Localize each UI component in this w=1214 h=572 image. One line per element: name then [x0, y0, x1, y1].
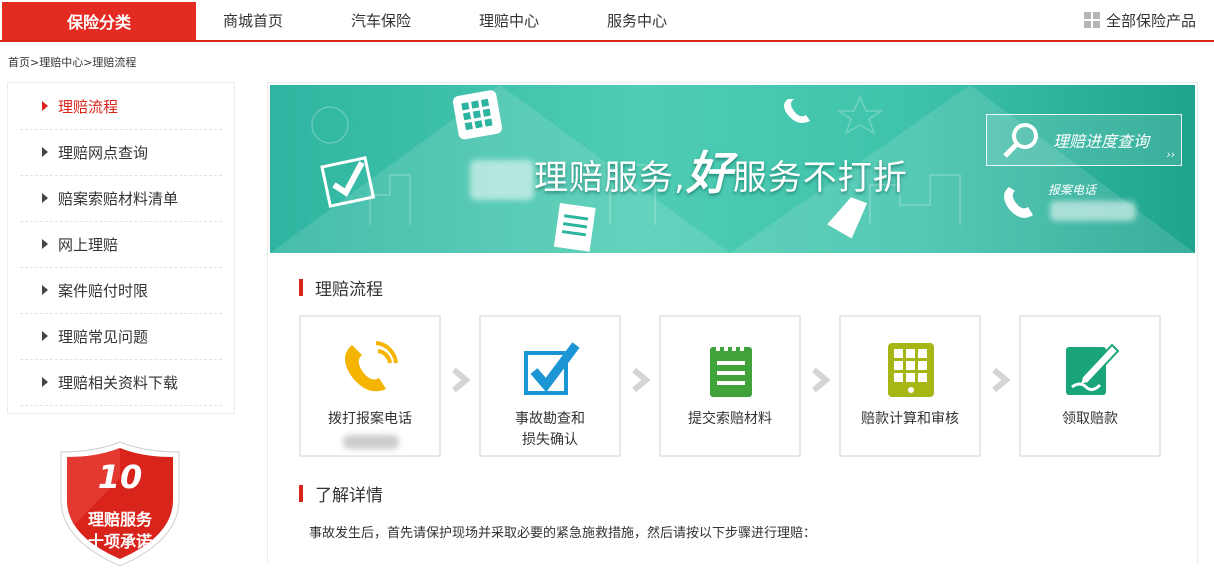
sidebar-item-online-claims[interactable]: 网上理赔	[20, 221, 222, 268]
sidebar: 理赔流程 理赔网点查询 赔案索赔材料清单 网上理赔 案件赔付时限 理赔常见问题 …	[7, 82, 235, 414]
details-section-title: 了解详情	[299, 481, 383, 506]
report-phone-label: 报案电话	[1048, 183, 1097, 197]
blurred-brand	[470, 159, 534, 200]
top-nav: 保险分类 商城首页 汽车保险 理赔中心 服务中心 全部保险产品	[0, 0, 1214, 42]
banner-title: 理赔服务,好服务不打折	[470, 137, 908, 203]
process-section-title: 理赔流程	[299, 275, 383, 300]
details-description: 事故发生后，首先请保护现场并采取必要的紧急施救措施，然后请按以下步骤进行理赔：	[309, 526, 817, 541]
sidebar-item-label: 理赔网点查询	[58, 143, 149, 162]
search-icon	[1003, 123, 1038, 158]
grid-icon	[1083, 12, 1100, 28]
sidebar-item-label: 案件赔付时限	[58, 281, 149, 300]
caret-right-icon	[42, 193, 48, 203]
process-title-text: 理赔流程	[315, 280, 383, 300]
title-bar-marker	[299, 279, 303, 296]
checkbox-icon	[524, 342, 580, 395]
sidebar-item-label: 网上理赔	[58, 235, 119, 254]
step-receive-payment[interactable]: 领取赔款	[1019, 315, 1161, 457]
insurance-category-button[interactable]: 保险分类	[2, 2, 196, 40]
breadcrumb[interactable]: 首页>理赔中心>理赔流程	[8, 54, 136, 70]
document-icon	[710, 343, 752, 397]
caret-right-icon	[42, 101, 48, 111]
caret-right-icon	[42, 147, 48, 157]
sidebar-item-label: 理赔流程	[58, 97, 119, 116]
sidebar-item-label: 理赔常见问题	[58, 327, 149, 346]
caret-right-icon	[42, 285, 48, 295]
blurred-phone-number	[343, 435, 399, 449]
sidebar-item-claims-process[interactable]: 理赔流程	[20, 83, 222, 130]
ten-commitments-badge[interactable]: 10 理赔服务 十项承诺	[55, 438, 185, 568]
chevron-right-icon	[812, 368, 830, 392]
step-submit-materials[interactable]: 提交索赔材料	[659, 315, 801, 457]
blurred-phone-number	[1050, 201, 1136, 221]
nav-item-claims-center[interactable]: 理赔中心	[479, 0, 539, 40]
banner-title-part2: 服务不打折	[732, 158, 908, 198]
chevron-right-icon	[992, 368, 1010, 392]
calculator-icon	[888, 343, 934, 397]
title-bar-marker	[299, 485, 303, 502]
step-label: 赔款计算和审核	[861, 411, 959, 427]
chevron-right-icon	[452, 368, 470, 392]
step-label-line2: 损失确认	[522, 432, 578, 448]
sidebar-item-faq[interactable]: 理赔常见问题	[20, 313, 222, 360]
badge-number: 10	[97, 458, 143, 496]
phone-icon	[1004, 187, 1033, 218]
phone-icon	[345, 341, 398, 392]
all-products-link[interactable]: 全部保险产品	[1083, 0, 1196, 40]
step-label: 拨打报案电话	[328, 411, 412, 427]
caret-right-icon	[42, 377, 48, 387]
sidebar-item-downloads[interactable]: 理赔相关资料下载	[20, 359, 222, 406]
sign-icon	[1066, 343, 1120, 395]
step-label-line1: 事故勘查和	[515, 411, 585, 427]
claims-banner: 理赔服务,好服务不打折 理赔进度查询 ›› 报案电话	[270, 85, 1195, 253]
sidebar-item-payment-time-limit[interactable]: 案件赔付时限	[20, 267, 222, 314]
all-products-label: 全部保险产品	[1105, 11, 1196, 30]
claim-progress-query-button[interactable]: 理赔进度查询 ››	[986, 114, 1182, 166]
sidebar-item-label: 赔案索赔材料清单	[58, 189, 179, 208]
badge-line1: 理赔服务	[87, 510, 152, 529]
double-chevron-icon: ››	[1166, 148, 1175, 161]
caret-right-icon	[42, 239, 48, 249]
caret-right-icon	[42, 331, 48, 341]
details-title-text: 了解详情	[315, 486, 383, 506]
banner-title-big: 好	[685, 146, 733, 200]
main-content: 理赔服务,好服务不打折 理赔进度查询 ›› 报案电话 理赔流程 拨打报案电话 事…	[267, 82, 1198, 563]
step-label: 提交索赔材料	[688, 411, 772, 427]
nav-item-service-center[interactable]: 服务中心	[607, 0, 667, 40]
step-label: 事故勘查和 损失确认	[481, 409, 619, 451]
step-calculate-review[interactable]: 赔款计算和审核	[839, 315, 981, 457]
sidebar-item-outlet-query[interactable]: 理赔网点查询	[20, 129, 222, 176]
sidebar-item-materials-list[interactable]: 赔案索赔材料清单	[20, 175, 222, 222]
step-label: 领取赔款	[1062, 411, 1118, 427]
badge-line2: 十项承诺	[87, 532, 152, 551]
nav-item-mall-home[interactable]: 商城首页	[223, 0, 283, 40]
step-call-report[interactable]: 拨打报案电话	[299, 315, 441, 457]
progress-button-label: 理赔进度查询	[1053, 132, 1150, 151]
sidebar-item-label: 理赔相关资料下载	[58, 373, 179, 392]
step-survey-confirm[interactable]: 事故勘查和 损失确认	[479, 315, 621, 457]
banner-title-part1: 理赔服务,	[534, 158, 686, 198]
nav-item-car-insurance[interactable]: 汽车保险	[351, 0, 411, 40]
chevron-right-icon	[632, 368, 650, 392]
